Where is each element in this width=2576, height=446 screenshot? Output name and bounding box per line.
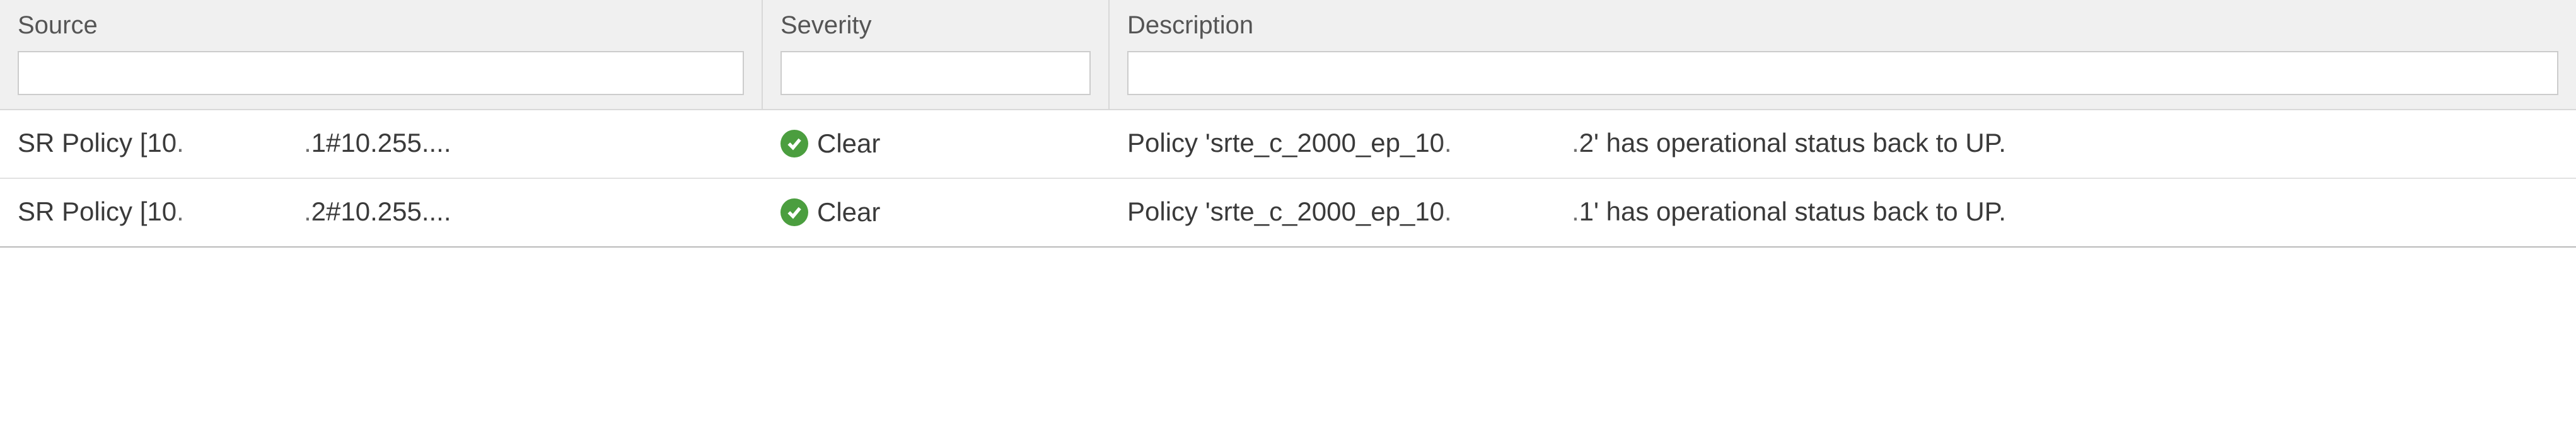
redacted-text: ███.███ [1452, 130, 1572, 160]
cell-description: Policy 'srte_c_2000_ep_10.███.███.2' has… [1110, 110, 2576, 178]
desc-suffix: .1' has operational status back to UP. [1572, 197, 2006, 226]
cell-source: SR Policy [10.███.███.2#10.255.... [0, 179, 763, 246]
desc-prefix: Policy 'srte_c_2000_ep_10. [1127, 128, 1452, 157]
source-prefix: SR Policy [10. [18, 197, 184, 226]
alarms-table: Source Severity Description SR Policy [1… [0, 0, 2576, 248]
cell-severity: Clear [763, 180, 1110, 245]
column-label-source: Source [18, 11, 744, 40]
filter-input-source[interactable] [18, 51, 744, 95]
filter-input-severity[interactable] [780, 51, 1091, 95]
table-header-row: Source Severity Description [0, 0, 2576, 110]
checkmark-circle-icon [780, 198, 808, 226]
source-prefix: SR Policy [10. [18, 128, 184, 157]
desc-suffix: .2' has operational status back to UP. [1572, 128, 2006, 157]
redacted-text: ███.███ [184, 130, 304, 160]
source-suffix: .1#10.255.... [304, 128, 451, 157]
severity-label: Clear [817, 129, 880, 159]
desc-prefix: Policy 'srte_c_2000_ep_10. [1127, 197, 1452, 226]
checkmark-circle-icon [780, 130, 808, 157]
source-suffix: .2#10.255.... [304, 197, 451, 226]
redacted-text: ███.███ [184, 198, 304, 229]
table-row[interactable]: SR Policy [10.███.███.2#10.255.... Clear… [0, 179, 2576, 246]
filter-input-description[interactable] [1127, 51, 2558, 95]
column-label-description: Description [1127, 11, 2558, 40]
column-label-severity: Severity [780, 11, 1091, 40]
column-header-description: Description [1110, 0, 2576, 109]
redacted-text: ███.███ [1452, 198, 1572, 229]
table-row[interactable]: SR Policy [10.███.███.1#10.255.... Clear… [0, 110, 2576, 179]
cell-severity: Clear [763, 111, 1110, 176]
cell-source: SR Policy [10.███.███.1#10.255.... [0, 110, 763, 178]
column-header-source: Source [0, 0, 763, 109]
cell-description: Policy 'srte_c_2000_ep_10.███.███.1' has… [1110, 179, 2576, 246]
severity-label: Clear [817, 197, 880, 227]
column-header-severity: Severity [763, 0, 1110, 109]
